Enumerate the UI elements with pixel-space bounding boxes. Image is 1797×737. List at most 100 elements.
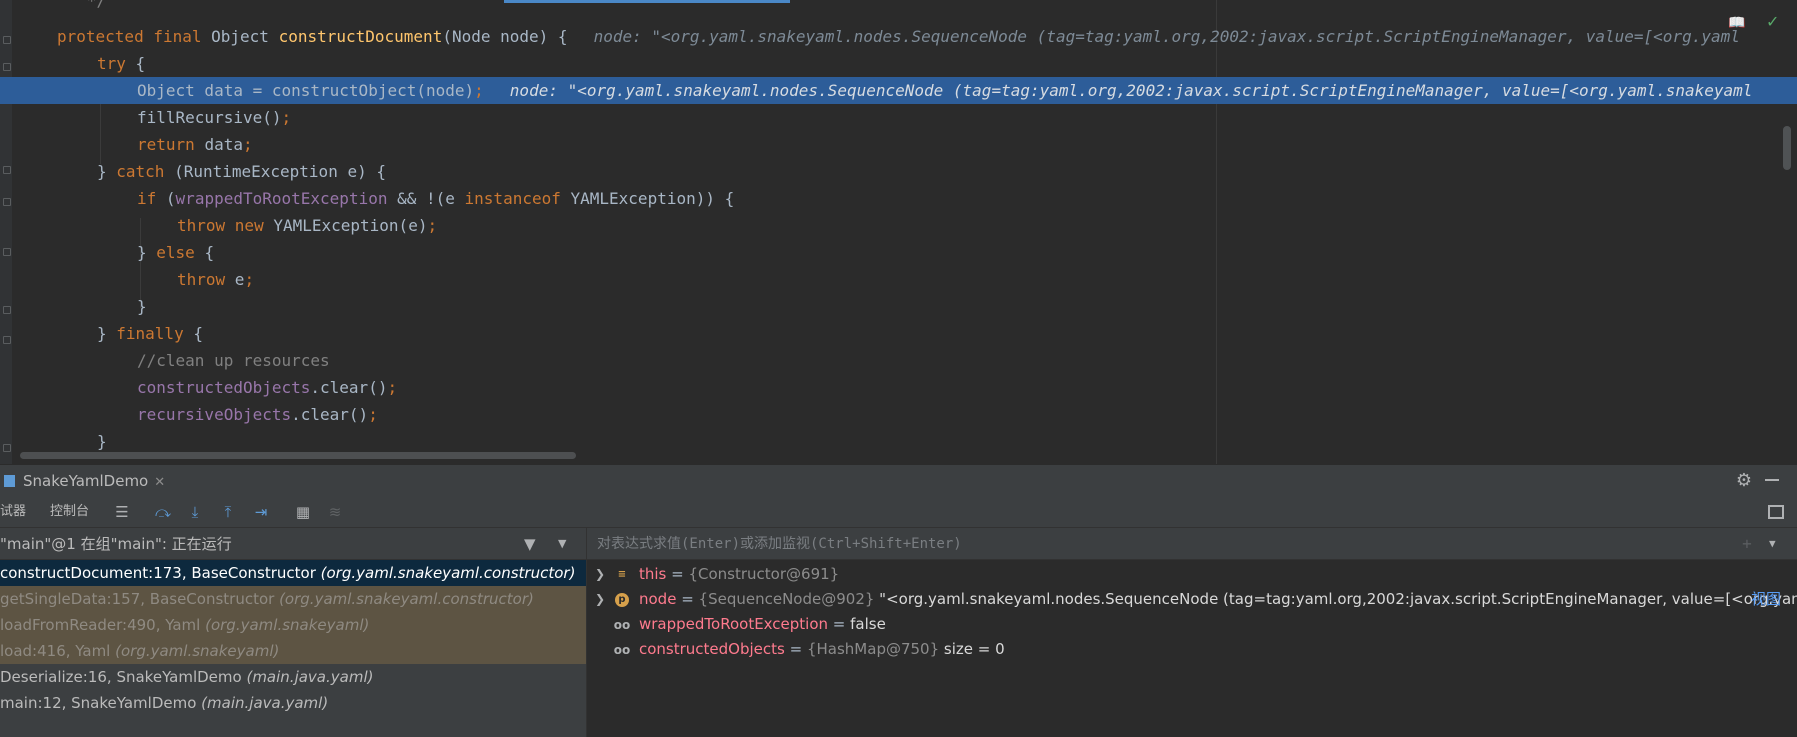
session-tab[interactable]: SnakeYamlDemo ✕: [0, 465, 165, 497]
frame-method: constructDocument:173, BaseConstructor: [0, 564, 321, 582]
layout-settings-icon[interactable]: [1768, 505, 1784, 519]
run-config-icon: [4, 475, 15, 487]
frame-method: loadFromReader:490, Yaml: [0, 616, 206, 634]
code-line[interactable]: recursiveObjects.clear();: [0, 401, 1797, 428]
step-into-icon[interactable]: ⤓: [186, 503, 204, 521]
variable-row[interactable]: ❯ p node = {SequenceNode@902} "<org.yaml…: [587, 587, 1797, 612]
frame-package: (org.yaml.snakeyaml.constructor): [320, 564, 576, 582]
code-line[interactable]: try {: [0, 50, 1797, 77]
vertical-scrollbar[interactable]: [1783, 126, 1791, 170]
frame-method: load:416, Yaml: [0, 642, 116, 660]
code-text: }: [97, 432, 107, 451]
stack-frame[interactable]: main:12, SnakeYamlDemo (main.java.yaml): [0, 690, 586, 716]
variable-name: node: [639, 590, 677, 608]
thread-status: "main"@1 在组"main": 正在运行: [0, 535, 232, 553]
run-to-cursor-icon[interactable]: ⇥: [252, 503, 270, 521]
watch-glasses-icon: oo: [613, 643, 631, 657]
variable-name: wrappedToRootException: [639, 615, 829, 633]
evaluate-placeholder: 对表达式求值(Enter)或添加监视(Ctrl+Shift+Enter): [597, 536, 962, 552]
code-text: //clean up resources: [137, 351, 330, 370]
evaluate-input[interactable]: 对表达式求值(Enter)或添加监视(Ctrl+Shift+Enter) + ▼: [587, 528, 1797, 560]
gear-icon[interactable]: ⚙: [1734, 471, 1754, 491]
code-line[interactable]: protected final Object constructDocument…: [0, 23, 1797, 50]
field-list-icon: ≡: [617, 569, 627, 580]
view-link[interactable]: 视图: [1751, 587, 1781, 612]
code-line[interactable]: } else {: [0, 239, 1797, 266]
code-line[interactable]: constructedObjects.clear();: [0, 374, 1797, 401]
parameter-icon: p: [615, 593, 629, 607]
code-line[interactable]: //clean up resources: [0, 347, 1797, 374]
variable-type: {Constructor@691}: [688, 565, 840, 583]
code-text: throw new YAMLException(e);: [177, 216, 438, 235]
code-text: recursiveObjects.clear();: [137, 405, 378, 424]
evaluate-expression-icon[interactable]: ▦: [294, 503, 312, 521]
trace-icon[interactable]: ≋: [326, 503, 344, 521]
filter-icon[interactable]: ▼: [524, 536, 540, 552]
code-text: throw e;: [177, 270, 255, 289]
chevron-down-icon[interactable]: ▼: [558, 536, 572, 552]
code-text: } catch (RuntimeException e) {: [97, 162, 386, 181]
code-line[interactable]: }: [0, 293, 1797, 320]
inline-value-hint: node: "<org.yaml.snakeyaml.nodes.Sequenc…: [593, 27, 1740, 46]
code-line[interactable]: throw e;: [0, 266, 1797, 293]
execution-line[interactable]: Object data = constructObject(node); node…: [0, 77, 1797, 104]
chevron-right-icon[interactable]: ❯: [595, 562, 607, 587]
variable-row[interactable]: oo wrappedToRootException = false: [587, 612, 1797, 637]
code-text: } else {: [137, 243, 215, 262]
stack-frame[interactable]: Deserialize:16, SnakeYamlDemo (main.java…: [0, 664, 586, 690]
debug-toolbar: 试器 控制台 ☰ ⤼ ⤓ ⤒ ⇥ ▦ ≋: [0, 496, 1797, 528]
stack-frame[interactable]: loadFromReader:490, Yaml (org.yaml.snake…: [0, 612, 586, 638]
variable-value: false: [850, 615, 886, 633]
step-over-icon[interactable]: ⤼: [154, 503, 172, 521]
code-text: }: [137, 297, 147, 316]
code-text: } finally {: [97, 324, 203, 343]
code-line[interactable]: return data;: [0, 131, 1797, 158]
code-text: fillRecursive();: [137, 108, 292, 127]
code-editor[interactable]: */ protected final Object constructDocum…: [0, 0, 1797, 464]
frames-pane: "main"@1 在组"main": 正在运行 ▼ ▼ constructDoc…: [0, 528, 587, 737]
inline-value-hint: node: "<org.yaml.snakeyaml.nodes.Sequenc…: [509, 81, 1753, 100]
code-text: return data;: [137, 135, 253, 154]
debug-header: SnakeYamlDemo ✕ ⚙: [0, 464, 1797, 496]
code-line[interactable]: fillRecursive();: [0, 104, 1797, 131]
code-text: */: [58, 0, 107, 10]
frame-package: (org.yaml.snakeyaml): [205, 616, 370, 634]
chevron-right-icon[interactable]: ❯: [595, 587, 607, 612]
tab-console[interactable]: 控制台: [50, 496, 89, 528]
variable-value: size = 0: [939, 640, 1005, 658]
chevron-down-icon[interactable]: ▼: [1769, 536, 1783, 552]
code-line[interactable]: }: [0, 428, 1797, 455]
frame-package: (main.java.yaml): [246, 668, 374, 686]
code-line[interactable]: } finally {: [0, 320, 1797, 347]
code-line[interactable]: throw new YAMLException(e);: [0, 212, 1797, 239]
frames-menu-icon[interactable]: ☰: [113, 503, 131, 521]
reader-mode-icon[interactable]: 📖: [1728, 16, 1746, 30]
session-tab-label: SnakeYamlDemo: [23, 472, 149, 490]
horizontal-scrollbar[interactable]: [20, 452, 576, 459]
variable-name: constructedObjects: [639, 640, 785, 658]
code-line[interactable]: } catch (RuntimeException e) {: [0, 158, 1797, 185]
frame-package: (main.java.yaml): [201, 694, 329, 712]
variable-row[interactable]: oo constructedObjects = {HashMap@750} si…: [587, 637, 1797, 662]
code-line[interactable]: if (wrappedToRootException && !(e instan…: [0, 185, 1797, 212]
code-text: Object data = constructObject(node); node…: [137, 81, 1753, 100]
stack-frame[interactable]: load:416, Yaml (org.yaml.snakeyaml): [0, 638, 586, 664]
inspection-ok-icon[interactable]: ✓: [1766, 14, 1782, 30]
close-icon[interactable]: ✕: [154, 475, 165, 490]
variable-type: {SequenceNode@902}: [698, 590, 875, 608]
variable-row[interactable]: ❯ ≡ this = {Constructor@691}: [587, 562, 1797, 587]
code-line[interactable]: */: [0, 0, 1797, 14]
code-text: protected final Object constructDocument…: [57, 27, 1740, 46]
minimize-icon[interactable]: [1765, 479, 1779, 481]
variable-type: {HashMap@750}: [806, 640, 940, 658]
code-text: try {: [97, 54, 146, 73]
thread-selector[interactable]: "main"@1 在组"main": 正在运行 ▼ ▼: [0, 528, 586, 560]
code-text: constructedObjects.clear();: [137, 378, 398, 397]
step-out-icon[interactable]: ⤒: [219, 503, 237, 521]
stack-frame[interactable]: constructDocument:173, BaseConstructor (…: [0, 560, 586, 586]
tab-debugger[interactable]: 试器: [0, 496, 26, 528]
variables-pane: 对表达式求值(Enter)或添加监视(Ctrl+Shift+Enter) + ▼…: [587, 528, 1797, 737]
variable-value: "<org.yaml.snakeyaml.nodes.SequenceNode …: [874, 590, 1797, 608]
add-watch-icon[interactable]: +: [1739, 536, 1755, 552]
stack-frame[interactable]: getSingleData:157, BaseConstructor (org.…: [0, 586, 586, 612]
